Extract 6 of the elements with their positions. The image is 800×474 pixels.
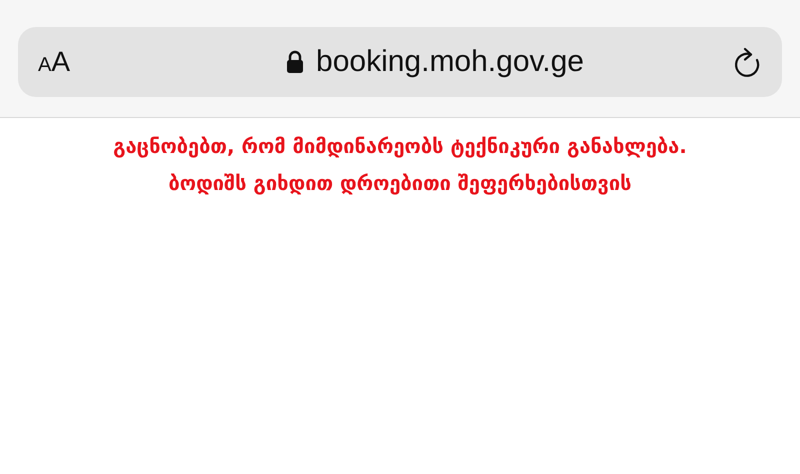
address-bar[interactable]: AA booking.moh.gov.ge [18,27,782,97]
url-text[interactable]: booking.moh.gov.ge [316,45,584,79]
notice-text: ბოდიშს გიხდით დროებითი შეფერხებისთვის [168,170,632,197]
notice-text: გაცნობებთ, რომ მიმდინარეობს ტექნიკური განახლება. [112,133,688,160]
text-size-button[interactable]: AA [38,46,98,78]
reload-icon[interactable] [732,46,762,78]
